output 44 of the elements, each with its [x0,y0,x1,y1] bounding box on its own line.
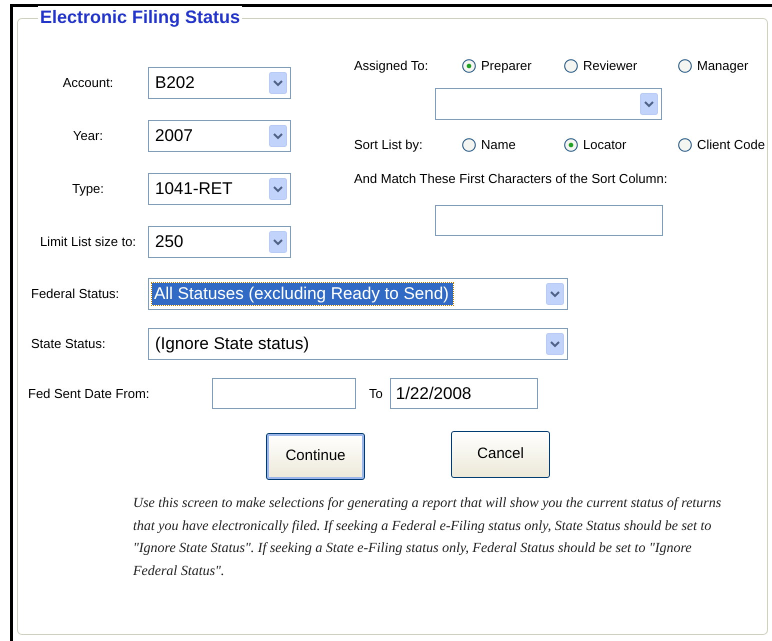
field-label: Year: [72,127,104,146]
help-text: Use this screen to make selections for generating a report that will show you the current status of returns that you have electronically filed. If seeking a Federal e-Filing status only, State Status should be set to "Ignore State Status". If seeking a State e-Filing status only, Federal Status should be set to "Ignore Federal Status". [133,495,722,580]
chevron-down-icon [269,231,287,253]
radio-option[interactable]: Manager [678,56,772,76]
group-title: Electronic Filing Status [38,6,242,28]
radio-icon[interactable] [462,59,476,73]
field-label: Assigned To: [354,57,430,76]
dropdown[interactable]: (Ignore State status) [148,328,568,360]
field-label: Type: [71,180,105,198]
field-label: Account: [62,74,114,92]
chevron-down-icon [640,93,658,115]
radio-option[interactable]: Name [462,135,564,155]
field-label: Sort List by: [354,136,424,154]
chevron-down-icon [269,125,287,147]
radio-option[interactable]: Locator [564,135,678,155]
field-label: And Match These First Characters of the Sort Column: [354,170,668,188]
radio-icon[interactable] [564,59,578,73]
radio-icon[interactable] [678,138,692,152]
dropdown[interactable]: 2007 [148,120,291,152]
field-label: Federal Status: [30,285,120,304]
dropdown[interactable]: All Statuses (excluding Ready to Send) [148,278,568,310]
dropdown[interactable]: 250 [148,226,291,258]
dropdown[interactable] [435,88,662,120]
chevron-down-icon [269,178,287,200]
radio-option[interactable]: Client Code [678,135,772,155]
radio-icon[interactable] [564,138,578,152]
chevron-down-icon [269,72,287,94]
dropdown[interactable]: B202 [148,67,291,99]
field-label: Fed Sent Date From: [28,384,150,403]
radio-option[interactable]: Preparer [462,56,564,76]
field-label: State Status: [30,335,106,354]
radio-icon[interactable] [678,59,692,73]
text-field[interactable] [435,205,663,236]
dropdown[interactable]: 1041-RET [148,173,291,205]
chevron-down-icon [546,333,564,355]
radio-icon[interactable] [462,138,476,152]
date-field[interactable] [212,378,356,409]
dialog-button[interactable]: Continue [266,433,365,480]
dialog-button[interactable]: Cancel [451,431,550,478]
chevron-down-icon [546,283,564,305]
field-label: To [369,384,383,403]
radio-option[interactable]: Reviewer [564,56,678,76]
date-field[interactable]: 1/22/2008 [390,378,538,409]
field-label: Limit List size to: [38,233,138,252]
